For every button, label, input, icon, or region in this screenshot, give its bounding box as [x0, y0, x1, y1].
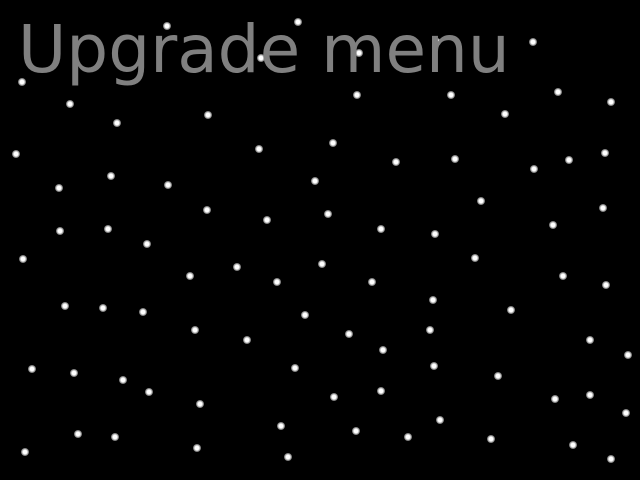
star-dot	[291, 364, 299, 372]
star-dot	[607, 98, 615, 106]
star-dot	[277, 422, 285, 430]
star-dot	[379, 346, 387, 354]
star-dot	[559, 272, 567, 280]
star-dot	[601, 149, 609, 157]
star-dot	[104, 225, 112, 233]
star-dot	[451, 155, 459, 163]
star-dot	[368, 278, 376, 286]
star-dot	[107, 172, 115, 180]
star-dot	[70, 369, 78, 377]
star-dot	[404, 433, 412, 441]
star-dot	[311, 177, 319, 185]
star-dot	[324, 210, 332, 218]
star-dot	[119, 376, 127, 384]
star-dot	[196, 400, 204, 408]
star-dot	[501, 110, 509, 118]
star-dot	[569, 441, 577, 449]
star-dot	[622, 409, 630, 417]
star-dot	[607, 455, 615, 463]
star-dot	[329, 139, 337, 147]
star-dot	[586, 336, 594, 344]
star-dot	[507, 306, 515, 314]
star-dot	[66, 100, 74, 108]
star-dot	[12, 150, 20, 158]
star-dot	[204, 111, 212, 119]
star-dot	[139, 308, 147, 316]
star-dot	[447, 91, 455, 99]
star-dot	[330, 393, 338, 401]
star-dot	[494, 372, 502, 380]
star-dot	[55, 184, 63, 192]
star-dot	[273, 278, 281, 286]
star-dot	[624, 351, 632, 359]
star-dot	[145, 388, 153, 396]
star-dot	[243, 336, 251, 344]
star-dot	[549, 221, 557, 229]
star-dot	[284, 453, 292, 461]
star-dot	[111, 433, 119, 441]
star-dot	[392, 158, 400, 166]
star-dot	[191, 326, 199, 334]
star-dot	[353, 91, 361, 99]
star-dot	[21, 448, 29, 456]
star-dot	[19, 255, 27, 263]
star-dot	[61, 302, 69, 310]
star-dot	[99, 304, 107, 312]
star-dot	[301, 311, 309, 319]
star-dot	[471, 254, 479, 262]
star-dot	[203, 206, 211, 214]
star-dot	[565, 156, 573, 164]
star-dot	[263, 216, 271, 224]
star-dot	[377, 387, 385, 395]
star-dot	[164, 181, 172, 189]
star-dot	[377, 225, 385, 233]
star-dot	[143, 240, 151, 248]
star-dot	[429, 296, 437, 304]
star-dot	[551, 395, 559, 403]
star-dot	[430, 362, 438, 370]
star-dot	[599, 204, 607, 212]
star-dot	[345, 330, 353, 338]
star-dot	[113, 119, 121, 127]
star-dot	[554, 88, 562, 96]
menu-title: Upgrade menu	[18, 11, 510, 88]
star-dot	[436, 416, 444, 424]
star-dot	[233, 263, 241, 271]
upgrade-menu-screen: Upgrade menu	[0, 0, 640, 480]
star-dot	[186, 272, 194, 280]
star-dot	[318, 260, 326, 268]
star-dot	[529, 38, 537, 46]
star-dot	[426, 326, 434, 334]
star-dot	[602, 281, 610, 289]
star-dot	[28, 365, 36, 373]
star-dot	[477, 197, 485, 205]
star-dot	[74, 430, 82, 438]
star-dot	[487, 435, 495, 443]
star-dot	[255, 145, 263, 153]
star-dot	[586, 391, 594, 399]
star-dot	[193, 444, 201, 452]
star-dot	[352, 427, 360, 435]
star-dot	[56, 227, 64, 235]
star-dot	[530, 165, 538, 173]
star-dot	[431, 230, 439, 238]
